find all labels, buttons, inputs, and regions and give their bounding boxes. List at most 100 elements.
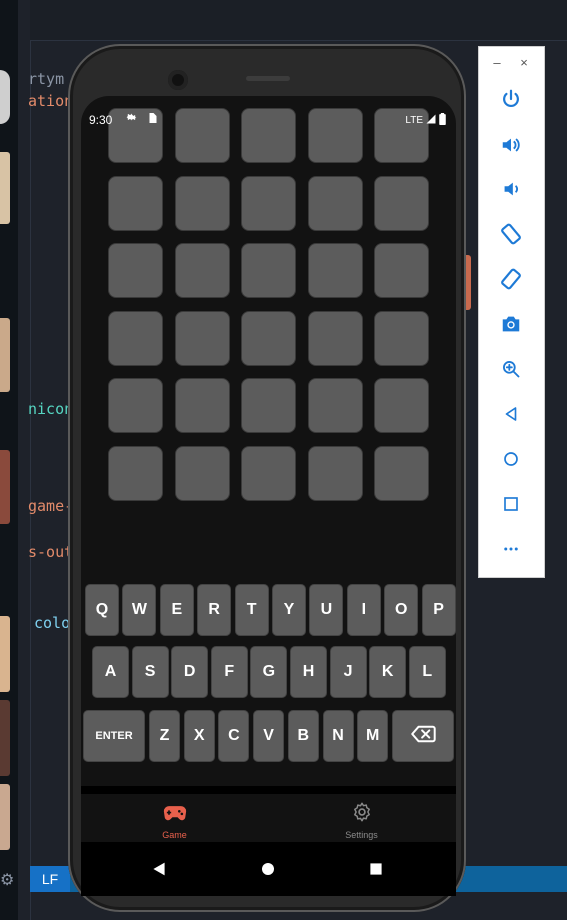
ide-activity-bar [0, 0, 18, 920]
key-p[interactable]: P [421, 584, 456, 636]
home-icon[interactable] [255, 856, 281, 882]
key-t[interactable]: T [234, 584, 269, 636]
code-fragment: rtym [28, 70, 65, 88]
network-type: LTE [405, 115, 423, 126]
key-v[interactable]: V [253, 710, 285, 762]
key-q[interactable]: Q [85, 584, 119, 636]
key-g[interactable]: G [250, 646, 288, 698]
board-tile [374, 378, 429, 433]
key-d[interactable]: D [171, 646, 209, 698]
board-tile [175, 243, 230, 298]
android-navigation-bar [81, 842, 456, 896]
divider [81, 786, 456, 794]
rotate-right-icon[interactable] [497, 265, 525, 293]
key-e[interactable]: E [159, 584, 194, 636]
avatar-thumbnail [0, 70, 10, 124]
board-tile [308, 311, 363, 366]
close-button[interactable]: × [517, 55, 531, 70]
minimize-button[interactable]: – [490, 55, 504, 70]
emulator-toolbar: – × [478, 46, 545, 578]
board-tile [175, 446, 230, 501]
key-n[interactable]: N [322, 710, 354, 762]
key-u[interactable]: U [309, 584, 344, 636]
gear-icon[interactable]: ⚙ [0, 870, 14, 890]
bottom-navigation: Game Settings [81, 794, 456, 842]
key-c[interactable]: C [218, 710, 250, 762]
board-tile [308, 446, 363, 501]
board-tile [175, 176, 230, 231]
android-status-bar: 9:30 LTE [81, 96, 456, 127]
key-a[interactable]: A [92, 646, 129, 698]
code-fragment: nicon [28, 400, 74, 418]
status-time: 9:30 [89, 113, 113, 127]
gear-icon [125, 111, 138, 127]
code-fragment: ation [28, 92, 74, 110]
backspace-key[interactable] [392, 710, 454, 762]
key-z[interactable]: Z [149, 710, 180, 762]
recents-icon[interactable] [363, 856, 389, 882]
board-tile [374, 176, 429, 231]
gamepad-icon [163, 804, 187, 824]
camera-icon[interactable] [497, 310, 525, 338]
avatar-thumbnail [0, 616, 10, 692]
board-tile [241, 176, 296, 231]
board-tile [374, 446, 429, 501]
board-tile [175, 311, 230, 366]
board-tile [108, 378, 163, 433]
zoom-icon[interactable] [497, 355, 525, 383]
board-tile [108, 311, 163, 366]
board-tile [241, 378, 296, 433]
nav-item-game[interactable]: Game [81, 794, 268, 842]
back-icon[interactable] [497, 400, 525, 428]
power-icon[interactable] [497, 85, 525, 113]
back-icon[interactable] [146, 856, 172, 882]
board-tile [241, 446, 296, 501]
key-y[interactable]: Y [272, 584, 306, 636]
board-tile [308, 243, 363, 298]
key-j[interactable]: J [329, 646, 367, 698]
nav-item-label: Settings [345, 830, 378, 840]
rotate-left-icon[interactable] [497, 220, 525, 248]
avatar-thumbnail [0, 318, 10, 392]
key-k[interactable]: K [369, 646, 407, 698]
board-tile [175, 378, 230, 433]
board-tile [308, 176, 363, 231]
phone-power-button[interactable] [466, 255, 471, 310]
board-tile [241, 243, 296, 298]
nav-item-settings[interactable]: Settings [268, 794, 455, 842]
volume-down-icon[interactable] [497, 175, 525, 203]
code-fragment: game- [28, 497, 74, 515]
key-o[interactable]: O [384, 584, 419, 636]
key-l[interactable]: L [408, 646, 446, 698]
avatar-thumbnail [0, 152, 10, 224]
key-h[interactable]: H [290, 646, 327, 698]
key-x[interactable]: X [183, 710, 215, 762]
key-w[interactable]: W [122, 584, 157, 636]
phone-screen: 9:30 LTE Q W E R T Y U I O P A S D F G H J K L ENTER Z X C V B N M… [81, 96, 456, 896]
key-m[interactable]: M [357, 710, 389, 762]
home-icon[interactable] [497, 445, 525, 473]
board-tile [108, 243, 163, 298]
status-indicators: LTE [405, 113, 446, 128]
key-f[interactable]: F [210, 646, 248, 698]
key-i[interactable]: I [346, 584, 381, 636]
board-tile [308, 378, 363, 433]
avatar-thumbnail [0, 784, 10, 850]
key-b[interactable]: B [287, 710, 319, 762]
volume-up-icon[interactable] [497, 131, 525, 159]
avatar-thumbnail [0, 450, 10, 524]
board-tile [374, 311, 429, 366]
code-fragment: colo [34, 614, 71, 632]
code-fragment: s-out [28, 543, 74, 561]
key-s[interactable]: S [131, 646, 169, 698]
status-bar-encoding[interactable]: LF [30, 866, 70, 892]
board-tile [241, 311, 296, 366]
key-r[interactable]: R [197, 584, 232, 636]
nav-item-label: Game [162, 830, 187, 840]
more-icon[interactable] [497, 535, 525, 563]
overview-icon[interactable] [497, 490, 525, 518]
ide-gutter [30, 0, 31, 920]
enter-key[interactable]: ENTER [83, 710, 145, 762]
battery-icon [439, 113, 446, 128]
board-tile [108, 176, 163, 231]
